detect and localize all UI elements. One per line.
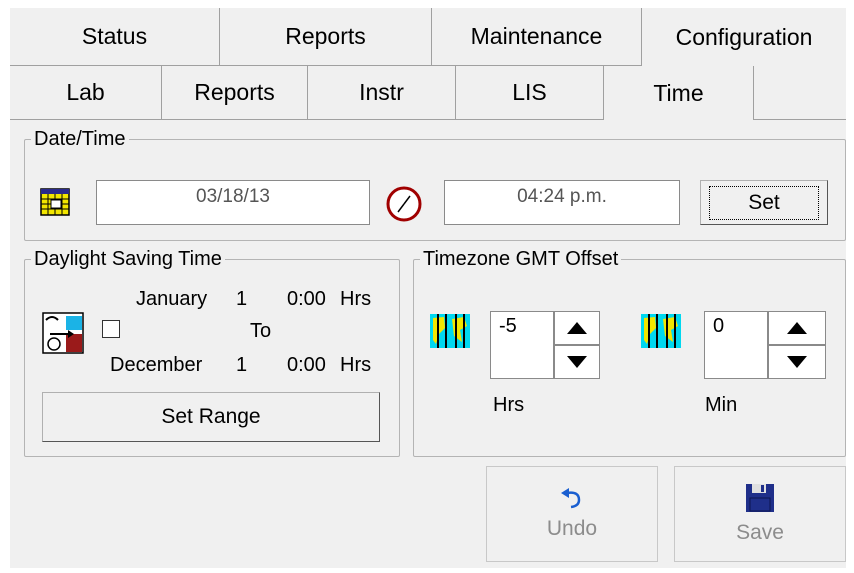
arrow-up-icon [567, 322, 587, 334]
tab-reports-sub[interactable]: Reports [162, 66, 308, 120]
hrs-label: Hrs [493, 394, 525, 416]
tab-label: LIS [512, 79, 547, 105]
tab-label: Instr [359, 79, 404, 105]
hrs-offset-input[interactable]: -5 [490, 311, 554, 379]
dst-to-label: To [250, 320, 272, 342]
world-map-icon [430, 314, 470, 348]
tab-lab[interactable]: Lab [10, 66, 162, 120]
dst-icon [42, 312, 84, 354]
dst-end-time: 0:00 [287, 354, 326, 376]
tab-label: Maintenance [470, 23, 603, 49]
tab-label: Reports [285, 23, 366, 49]
hrs-up-button[interactable] [554, 311, 600, 345]
arrow-up-icon [787, 322, 807, 334]
dst-start-month: January [136, 288, 208, 310]
dst-enable-checkbox[interactable] [102, 320, 120, 338]
undo-button[interactable]: Undo [486, 466, 658, 562]
min-down-button[interactable] [768, 345, 826, 379]
datetime-legend: Date/Time [31, 128, 129, 150]
dst-start-time: 0:00 [287, 288, 326, 310]
tab-maintenance[interactable]: Maintenance [432, 8, 642, 66]
dst-end-month: December [110, 354, 203, 376]
set-time-button[interactable]: Set [700, 180, 828, 225]
dst-start-unit: Hrs [340, 288, 372, 310]
tab-instr[interactable]: Instr [308, 66, 456, 120]
calendar-icon [40, 186, 70, 216]
tab-label: Time [653, 79, 704, 106]
tab-label: Status [81, 23, 148, 49]
min-offset-input[interactable]: 0 [704, 311, 768, 379]
hrs-down-button[interactable] [554, 345, 600, 379]
tab-configuration[interactable]: Configuration [642, 8, 846, 66]
tab-reports[interactable]: Reports [220, 8, 432, 66]
tab-label: Configuration [675, 23, 813, 50]
dst-legend: Daylight Saving Time [31, 248, 225, 270]
min-label: Min [705, 394, 738, 416]
set-label: Set [709, 185, 819, 220]
world-map-icon [641, 314, 681, 348]
arrow-down-icon [567, 356, 587, 368]
date-field[interactable]: 03/18/13 [96, 180, 370, 225]
tab-time[interactable]: Time [604, 66, 754, 120]
tab-label: Lab [66, 79, 105, 105]
set-range-button[interactable]: Set Range [42, 392, 380, 442]
time-field[interactable]: 04:24 p.m. [444, 180, 680, 225]
tab-lis[interactable]: LIS [456, 66, 604, 120]
dst-end-unit: Hrs [340, 354, 372, 376]
undo-icon [561, 488, 581, 509]
min-up-button[interactable] [768, 311, 826, 345]
undo-label: Undo [546, 517, 598, 540]
tab-status[interactable]: Status [10, 8, 220, 66]
dst-start-day: 1 [236, 288, 248, 310]
save-button[interactable]: Save [674, 466, 846, 562]
tab-baseline [754, 119, 846, 120]
save-label: Save [736, 521, 784, 544]
tab-label: Reports [194, 79, 275, 105]
arrow-down-icon [787, 356, 807, 368]
floppy-disk-icon [746, 484, 774, 512]
clock-icon [386, 186, 422, 222]
dst-end-day: 1 [236, 354, 248, 376]
timezone-legend: Timezone GMT Offset [420, 248, 622, 270]
set-range-label: Set Range [161, 405, 261, 428]
